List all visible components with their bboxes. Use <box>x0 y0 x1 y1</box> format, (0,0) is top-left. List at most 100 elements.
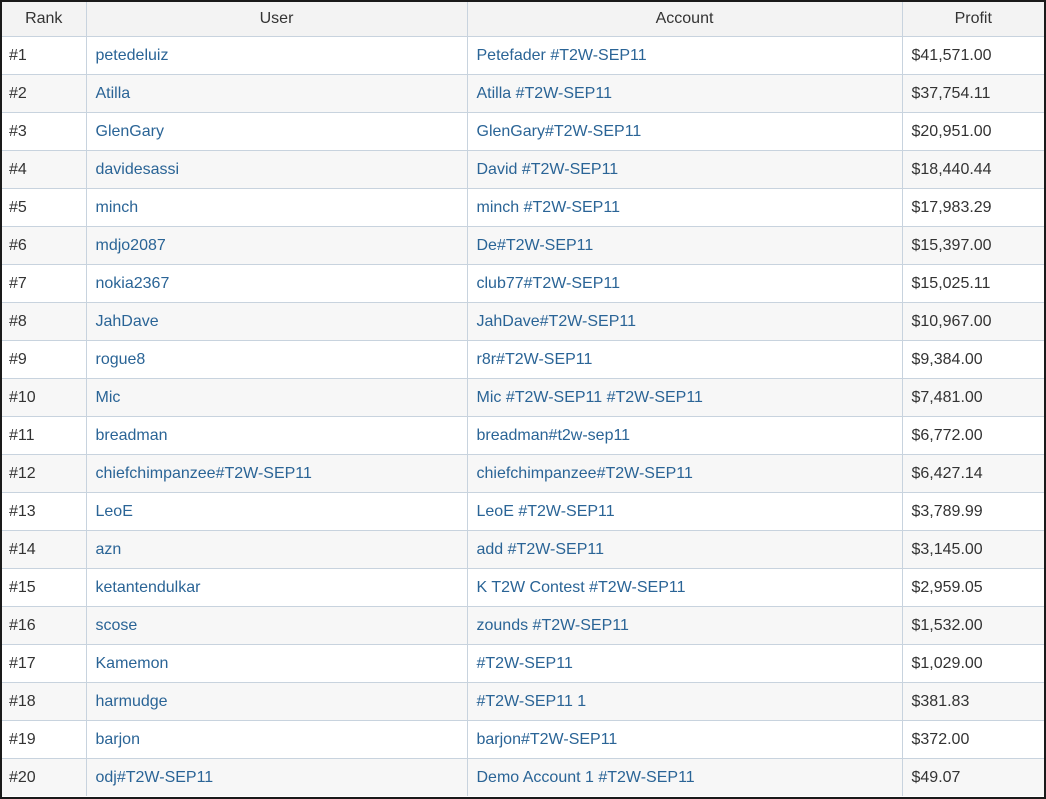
account-cell: #T2W-SEP11 <box>467 644 903 683</box>
user-link[interactable]: Mic <box>96 389 121 406</box>
user-cell: petedeluiz <box>86 36 468 75</box>
account-column-header[interactable]: Account <box>467 2 903 37</box>
user-link[interactable]: scose <box>96 617 138 634</box>
account-link[interactable]: Demo Account 1 #T2W-SEP11 <box>477 769 695 786</box>
user-link[interactable]: petedeluiz <box>96 47 169 64</box>
table-row: #15 ketantendulkar K T2W Contest #T2W-SE… <box>2 568 1044 607</box>
user-link[interactable]: davidesassi <box>96 161 180 178</box>
rank-cell: #15 <box>2 568 87 607</box>
user-link[interactable]: ketantendulkar <box>96 579 201 596</box>
user-cell: mdjo2087 <box>86 226 468 265</box>
account-link[interactable]: K T2W Contest #T2W-SEP11 <box>477 579 686 596</box>
profit-cell: $381.83 <box>902 682 1044 721</box>
account-link[interactable]: barjon#T2W-SEP11 <box>477 731 618 748</box>
account-cell: Mic #T2W-SEP11 #T2W-SEP11 <box>467 378 903 417</box>
account-link[interactable]: breadman#t2w-sep11 <box>477 427 631 444</box>
leaderboard-frame: Rank User Account Profit #1 petedeluiz P… <box>0 0 1046 799</box>
user-link[interactable]: nokia2367 <box>96 275 170 292</box>
account-link[interactable]: r8r#T2W-SEP11 <box>477 351 593 368</box>
account-link[interactable]: GlenGary#T2W-SEP11 <box>477 123 642 140</box>
user-link[interactable]: rogue8 <box>96 351 146 368</box>
profit-cell: $15,397.00 <box>902 226 1044 265</box>
table-row: #4 davidesassi David #T2W-SEP11 $18,440.… <box>2 150 1044 189</box>
account-cell: Demo Account 1 #T2W-SEP11 <box>467 758 903 796</box>
user-cell: JahDave <box>86 302 468 341</box>
user-link[interactable]: LeoE <box>96 503 133 520</box>
rank-column-header[interactable]: Rank <box>2 2 87 37</box>
user-cell: barjon <box>86 720 468 759</box>
account-link[interactable]: zounds #T2W-SEP11 <box>477 617 629 634</box>
table-header: Rank User Account Profit <box>2 2 1044 37</box>
account-link[interactable]: Petefader #T2W-SEP11 <box>477 47 647 64</box>
profit-cell: $6,427.14 <box>902 454 1044 493</box>
account-cell: Petefader #T2W-SEP11 <box>467 36 903 75</box>
account-cell: club77#T2W-SEP11 <box>467 264 903 303</box>
account-link[interactable]: club77#T2W-SEP11 <box>477 275 620 292</box>
account-cell: zounds #T2W-SEP11 <box>467 606 903 645</box>
account-link[interactable]: JahDave#T2W-SEP11 <box>477 313 636 330</box>
user-link[interactable]: JahDave <box>96 313 159 330</box>
profit-cell: $9,384.00 <box>902 340 1044 379</box>
profit-cell: $17,983.29 <box>902 188 1044 227</box>
user-link[interactable]: harmudge <box>96 693 168 710</box>
user-cell: chiefchimpanzee#T2W-SEP11 <box>86 454 468 493</box>
rank-cell: #20 <box>2 758 87 796</box>
account-link[interactable]: LeoE #T2W-SEP11 <box>477 503 615 520</box>
user-column-header[interactable]: User <box>86 2 468 37</box>
user-link[interactable]: breadman <box>96 427 168 444</box>
account-link[interactable]: David #T2W-SEP11 <box>477 161 619 178</box>
account-link[interactable]: #T2W-SEP11 <box>477 655 573 672</box>
profit-cell: $37,754.11 <box>902 74 1044 113</box>
user-link[interactable]: barjon <box>96 731 140 748</box>
table-row: #18 harmudge #T2W-SEP11 1 $381.83 <box>2 682 1044 721</box>
profit-cell: $41,571.00 <box>902 36 1044 75</box>
account-cell: GlenGary#T2W-SEP11 <box>467 112 903 151</box>
profit-cell: $2,959.05 <box>902 568 1044 607</box>
account-cell: #T2W-SEP11 1 <box>467 682 903 721</box>
account-link[interactable]: #T2W-SEP11 1 <box>477 693 587 710</box>
table-row: #7 nokia2367 club77#T2W-SEP11 $15,025.11 <box>2 264 1044 303</box>
account-link[interactable]: minch #T2W-SEP11 <box>477 199 620 216</box>
user-cell: ketantendulkar <box>86 568 468 607</box>
user-link[interactable]: mdjo2087 <box>96 237 166 254</box>
profit-cell: $1,532.00 <box>902 606 1044 645</box>
rank-cell: #3 <box>2 112 87 151</box>
rank-cell: #4 <box>2 150 87 189</box>
profit-cell: $10,967.00 <box>902 302 1044 341</box>
table-row: #5 minch minch #T2W-SEP11 $17,983.29 <box>2 188 1044 227</box>
account-link[interactable]: Atilla #T2W-SEP11 <box>477 85 612 102</box>
profit-column-header[interactable]: Profit <box>902 2 1044 37</box>
account-link[interactable]: add #T2W-SEP11 <box>477 541 604 558</box>
account-cell: barjon#T2W-SEP11 <box>467 720 903 759</box>
user-link[interactable]: odj#T2W-SEP11 <box>96 769 214 786</box>
account-cell: r8r#T2W-SEP11 <box>467 340 903 379</box>
account-cell: JahDave#T2W-SEP11 <box>467 302 903 341</box>
table-row: #3 GlenGary GlenGary#T2W-SEP11 $20,951.0… <box>2 112 1044 151</box>
user-link[interactable]: minch <box>96 199 139 216</box>
profit-cell: $3,145.00 <box>902 530 1044 569</box>
user-cell: minch <box>86 188 468 227</box>
user-cell: odj#T2W-SEP11 <box>86 758 468 796</box>
profit-cell: $7,481.00 <box>902 378 1044 417</box>
rank-cell: #6 <box>2 226 87 265</box>
user-cell: rogue8 <box>86 340 468 379</box>
table-row: #8 JahDave JahDave#T2W-SEP11 $10,967.00 <box>2 302 1044 341</box>
rank-cell: #12 <box>2 454 87 493</box>
user-cell: scose <box>86 606 468 645</box>
user-link[interactable]: Kamemon <box>96 655 169 672</box>
account-link[interactable]: chiefchimpanzee#T2W-SEP11 <box>477 465 693 482</box>
profit-cell: $18,440.44 <box>902 150 1044 189</box>
rank-cell: #9 <box>2 340 87 379</box>
user-link[interactable]: azn <box>96 541 122 558</box>
table-row: #20 odj#T2W-SEP11 Demo Account 1 #T2W-SE… <box>2 758 1044 796</box>
user-link[interactable]: chiefchimpanzee#T2W-SEP11 <box>96 465 312 482</box>
user-link[interactable]: GlenGary <box>96 123 164 140</box>
user-cell: davidesassi <box>86 150 468 189</box>
rank-cell: #8 <box>2 302 87 341</box>
rank-cell: #17 <box>2 644 87 683</box>
account-link[interactable]: De#T2W-SEP11 <box>477 237 594 254</box>
account-link[interactable]: Mic #T2W-SEP11 #T2W-SEP11 <box>477 389 703 406</box>
user-cell: azn <box>86 530 468 569</box>
user-link[interactable]: Atilla <box>96 85 131 102</box>
leaderboard-table: Rank User Account Profit #1 petedeluiz P… <box>2 2 1044 796</box>
